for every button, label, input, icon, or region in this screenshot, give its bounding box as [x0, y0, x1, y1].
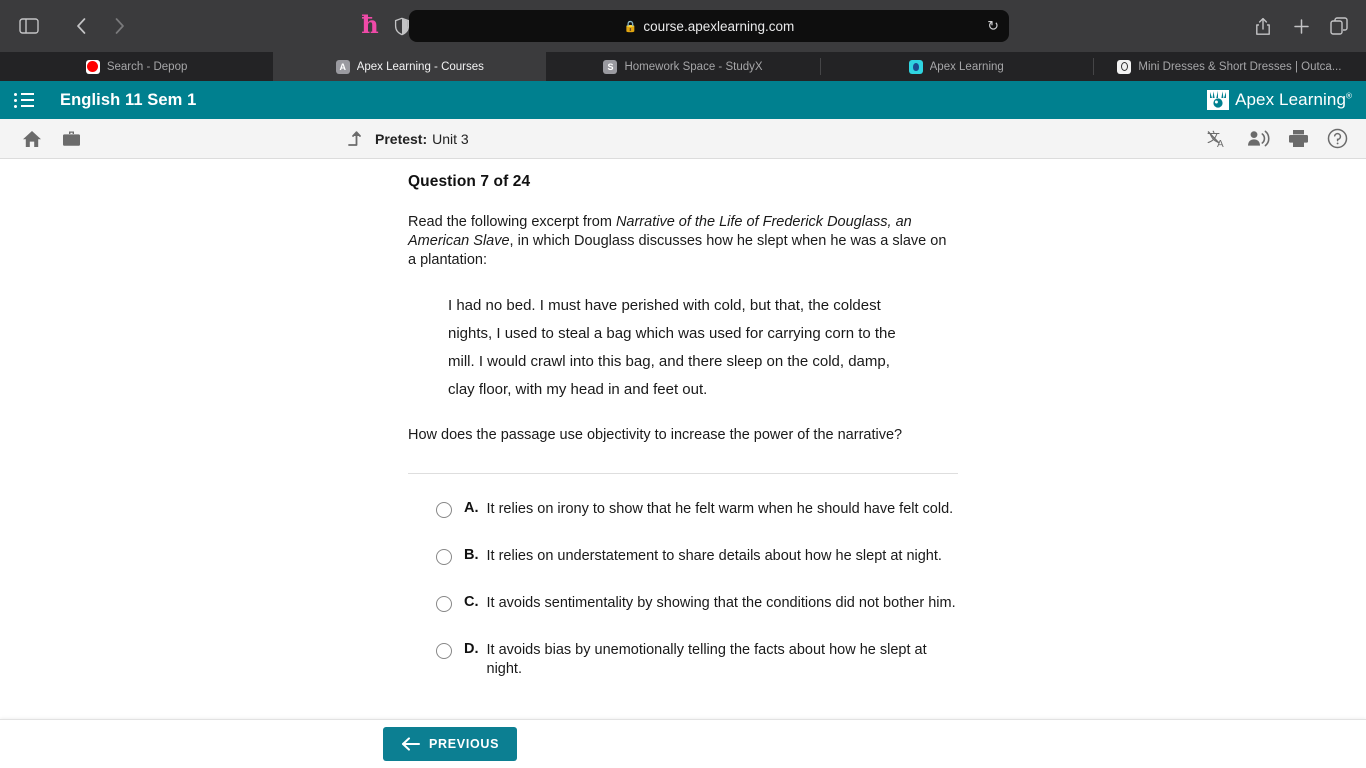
answer-option-b[interactable]: B. It relies on understatement to share …	[408, 547, 958, 566]
apex-learning-logo-icon	[1207, 90, 1230, 110]
assignment-toolbar: Pretest:Unit 3 文 A	[0, 119, 1366, 159]
browser-tab-depop[interactable]: Search - Depop	[0, 52, 274, 81]
answer-text: It avoids sentimentality by showing that…	[486, 595, 956, 611]
answer-letter: C.	[464, 594, 479, 610]
reload-icon[interactable]: ↻	[987, 18, 999, 35]
up-arrow-icon[interactable]	[346, 129, 365, 148]
answer-letter: D.	[464, 641, 479, 657]
answer-text: It relies on understatement to share det…	[486, 548, 942, 564]
outca-favicon	[1117, 59, 1132, 74]
browser-toolbar: ħ 🔒 course.apexlearning.com ↻	[0, 0, 1366, 52]
forward-arrow-icon[interactable]	[104, 11, 134, 41]
previous-button[interactable]: PREVIOUS	[383, 727, 518, 761]
browser-tab-outca[interactable]: Mini Dresses & Short Dresses | Outca...	[1092, 52, 1366, 81]
svg-text:A: A	[1217, 139, 1224, 149]
depop-favicon	[85, 59, 100, 74]
tab-label: Homework Space - StudyX	[624, 60, 763, 73]
apex-learning-logo: Apex Learning®	[1207, 90, 1352, 110]
back-arrow-icon[interactable]	[66, 11, 96, 41]
question-prompt: How does the passage use objectivity to …	[408, 427, 903, 443]
lock-icon: 🔒	[623, 20, 638, 33]
navigation-footer: PREVIOUS	[0, 719, 1366, 767]
tab-strip: Search - Depop A Apex Learning - Courses…	[0, 52, 1366, 81]
answer-option-a[interactable]: A. It relies on irony to show that he fe…	[408, 500, 958, 519]
read-aloud-icon[interactable]	[1247, 129, 1270, 148]
course-outline-icon[interactable]	[14, 92, 44, 108]
tab-label: Search - Depop	[106, 60, 188, 73]
apex-favicon: A	[335, 59, 350, 74]
tab-label: Mini Dresses & Short Dresses | Outca...	[1138, 60, 1342, 73]
answers-divider	[408, 473, 958, 474]
previous-button-label: PREVIOUS	[429, 737, 500, 751]
briefcase-icon[interactable]	[62, 130, 81, 147]
tab-label: Apex Learning - Courses	[356, 60, 484, 73]
studyx-favicon: S	[603, 59, 618, 74]
browser-actions-group	[1248, 11, 1354, 41]
assignment-name: Unit 3	[432, 130, 469, 147]
help-icon[interactable]	[1327, 128, 1348, 149]
answer-option-d[interactable]: D. It avoids bias by unemotionally telli…	[408, 641, 958, 679]
sidebar-toggle-icon[interactable]	[14, 11, 44, 41]
browser-chrome: ħ 🔒 course.apexlearning.com ↻ Search - D…	[0, 0, 1366, 81]
question-stem-intro: Read the following excerpt from Narrativ…	[408, 213, 958, 270]
page-title: English 11 Sem 1	[60, 90, 197, 109]
arrow-left-icon	[402, 737, 420, 751]
question-heading: Question 7 of 24	[408, 173, 531, 190]
answer-options-list: A. It relies on irony to show that he fe…	[408, 500, 958, 679]
honey-extension-icon[interactable]: ħ	[353, 12, 387, 40]
print-icon[interactable]	[1288, 129, 1309, 148]
answer-option-c[interactable]: C. It avoids sentimentality by showing t…	[408, 594, 958, 613]
address-bar[interactable]: 🔒 course.apexlearning.com ↻	[409, 10, 1009, 42]
browser-tab-apex-learning[interactable]: Apex Learning	[819, 52, 1093, 81]
assignment-tools-group: 文 A	[1207, 128, 1348, 149]
home-icon[interactable]	[22, 130, 42, 148]
apex-logo-favicon	[908, 59, 923, 74]
tab-overview-icon[interactable]	[1324, 11, 1354, 41]
passage-excerpt: I had no bed. I must have perished with …	[448, 297, 896, 398]
radio-button-d[interactable]	[436, 643, 452, 659]
tab-label: Apex Learning	[929, 60, 1004, 73]
stem-intro-part1: Read the following excerpt from	[408, 214, 616, 230]
answer-letter: A.	[464, 500, 479, 516]
translate-icon[interactable]: 文 A	[1207, 129, 1229, 149]
radio-button-b[interactable]	[436, 549, 452, 565]
url-text: course.apexlearning.com	[643, 18, 795, 34]
radio-button-c[interactable]	[436, 596, 452, 612]
plus-icon[interactable]	[1286, 11, 1316, 41]
answer-letter: B.	[464, 547, 479, 563]
browser-tab-apex-courses[interactable]: A Apex Learning - Courses	[273, 52, 547, 81]
answer-text: It relies on irony to show that he felt …	[486, 501, 954, 517]
assignment-type: Pretest:	[375, 130, 428, 147]
apex-learning-logo-text: Apex Learning®	[1235, 90, 1352, 109]
navigation-button-group	[14, 11, 134, 41]
assignment-breadcrumb: Pretest: Unit 3	[346, 129, 469, 148]
assignment-label: Pretest: Unit 3	[375, 131, 469, 147]
question-panel: Question 7 of 24 Read the following exce…	[408, 159, 958, 679]
app-header: English 11 Sem 1 Apex Learning®	[0, 81, 1366, 119]
browser-tab-studyx[interactable]: S Homework Space - StudyX	[546, 52, 820, 81]
radio-button-a[interactable]	[436, 502, 452, 518]
question-content-area: Question 7 of 24 Read the following exce…	[0, 159, 1366, 767]
answer-text: It avoids bias by unemotionally telling …	[486, 642, 927, 677]
share-icon[interactable]	[1248, 11, 1278, 41]
